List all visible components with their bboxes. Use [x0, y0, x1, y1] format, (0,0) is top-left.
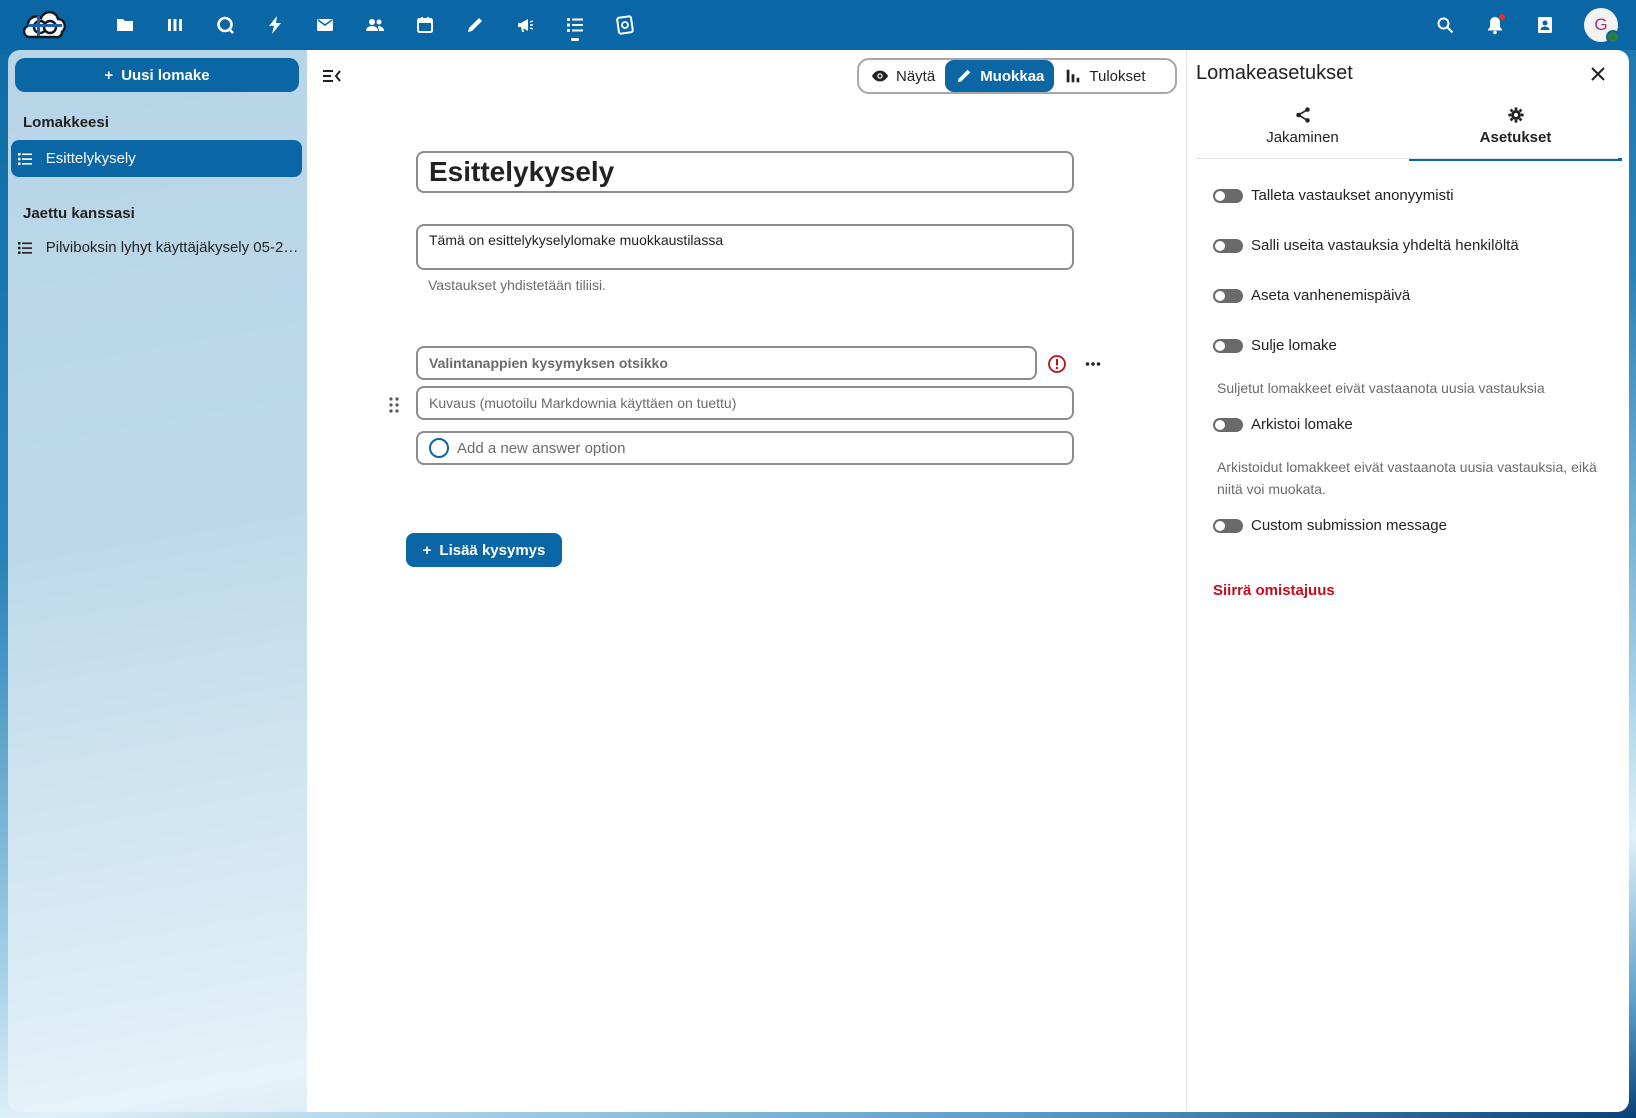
- setting-anonymous[interactable]: Talleta vastaukset anonyymisti: [1213, 187, 1454, 204]
- new-form-label: Uusi lomake: [121, 66, 210, 84]
- pencil-icon: [957, 69, 971, 83]
- setting-label: Sulje lomake: [1251, 337, 1337, 354]
- add-answer-option-input[interactable]: Add a new answer option: [416, 431, 1074, 465]
- notes-icon[interactable]: [450, 0, 500, 50]
- bar-chart-icon: [1067, 69, 1080, 83]
- tab-settings[interactable]: Asetukset: [1409, 106, 1622, 161]
- search-icon[interactable]: [1420, 0, 1470, 50]
- setting-archive-form[interactable]: Arkistoi lomake: [1213, 416, 1353, 433]
- close-icon[interactable]: [1589, 65, 1607, 83]
- toggle-switch[interactable]: [1213, 338, 1243, 353]
- view-mode-label: Näytä: [896, 67, 936, 85]
- deck-icon[interactable]: [150, 0, 200, 50]
- toggle-switch[interactable]: [1213, 238, 1243, 253]
- top-bar: G: [0, 0, 1636, 50]
- tab-sharing-label: Jakaminen: [1266, 129, 1339, 146]
- new-form-button[interactable]: + Uusi lomake: [15, 58, 299, 92]
- warning-icon: [1047, 354, 1067, 374]
- form-settings-panel: Lomakeasetukset Jakaminen Asetukset Tall…: [1186, 50, 1629, 1112]
- form-list-icon: [17, 240, 35, 256]
- panel-title: Lomakeasetukset: [1196, 62, 1353, 84]
- toggle-switch[interactable]: [1213, 518, 1243, 533]
- calendar-icon[interactable]: [400, 0, 450, 50]
- setting-label: Salli useita vastauksia yhdeltä henkilöl…: [1251, 237, 1519, 254]
- share-icon: [1295, 107, 1310, 123]
- setting-close-form[interactable]: Sulje lomake: [1213, 337, 1337, 354]
- transfer-ownership-link[interactable]: Siirrä omistajuus: [1213, 582, 1335, 599]
- photos-icon[interactable]: [600, 0, 650, 50]
- forms-sidebar: + Uusi lomake Lomakkeesi Esittelykysely …: [8, 50, 307, 1112]
- notification-dot: [1499, 14, 1505, 20]
- plus-icon: +: [422, 541, 432, 559]
- avatar[interactable]: G: [1584, 8, 1620, 44]
- files-icon[interactable]: [100, 0, 150, 50]
- setting-label: Custom submission message: [1251, 517, 1447, 534]
- archived-forms-hint: Arkistoidut lomakkeet eivät vastaanota u…: [1217, 459, 1597, 497]
- setting-label: Talleta vastaukset anonyymisti: [1251, 187, 1454, 204]
- notifications-bell-icon[interactable]: [1470, 0, 1520, 50]
- contacts-icon[interactable]: [350, 0, 400, 50]
- toggle-navigation-icon[interactable]: [321, 66, 343, 86]
- eye-icon: [871, 70, 889, 82]
- toggle-switch[interactable]: [1213, 288, 1243, 303]
- add-question-button[interactable]: + Lisää kysymys: [406, 533, 562, 567]
- question-more-actions-icon[interactable]: [1083, 354, 1103, 374]
- tab-settings-label: Asetukset: [1479, 129, 1552, 146]
- form-title-input[interactable]: Esittelykysely: [416, 151, 1074, 193]
- forms-icon[interactable]: [550, 0, 600, 50]
- question-title-input[interactable]: Valintanappien kysymyksen otsikko: [416, 346, 1037, 380]
- edit-mode-label: Muokkaa: [980, 67, 1045, 85]
- form-list-icon: [17, 151, 35, 167]
- results-mode-label: Tulokset: [1089, 67, 1146, 85]
- results-mode-button[interactable]: Tulokset: [1054, 60, 1155, 92]
- tab-sharing[interactable]: Jakaminen: [1196, 106, 1409, 158]
- question-description-input[interactable]: Kuvaus (muotoilu Markdownia käyttäen on …: [416, 386, 1074, 420]
- form-editor: Näytä Muokkaa Tulokset Esittelykysely Tä…: [307, 50, 1186, 1112]
- setting-multiple-submissions[interactable]: Salli useita vastauksia yhdeltä henkilöl…: [1213, 237, 1519, 254]
- answer-option-placeholder: Add a new answer option: [457, 439, 626, 457]
- responses-hint: Vastaukset yhdistetään tiliisi.: [428, 277, 606, 293]
- activity-icon[interactable]: [250, 0, 300, 50]
- tab-divider: [1196, 158, 1618, 159]
- edit-mode-button[interactable]: Muokkaa: [945, 60, 1055, 92]
- mail-icon[interactable]: [300, 0, 350, 50]
- mode-switch: Näytä Muokkaa Tulokset: [857, 58, 1177, 94]
- plus-icon: +: [104, 66, 114, 84]
- toggle-switch[interactable]: [1213, 417, 1243, 432]
- setting-label: Aseta vanhenemispäivä: [1251, 287, 1411, 304]
- add-question-label: Lisää kysymys: [439, 541, 546, 559]
- announcements-icon[interactable]: [500, 0, 550, 50]
- gear-icon: [1507, 107, 1524, 123]
- sidebar-item-label: Pilviboksin lyhyt käyttäjäkysely 05-2024: [45, 239, 302, 256]
- talk-icon[interactable]: [200, 0, 250, 50]
- my-forms-caption: Lomakkeesi: [23, 114, 109, 131]
- drag-handle-icon[interactable]: [387, 396, 401, 414]
- setting-label: Arkistoi lomake: [1251, 416, 1353, 433]
- sidebar-item-esittelykysely[interactable]: Esittelykysely: [11, 140, 302, 177]
- contacts-menu-icon[interactable]: [1520, 0, 1570, 50]
- cloud-logo-icon[interactable]: [20, 7, 68, 43]
- sidebar-item-shared-survey[interactable]: Pilviboksin lyhyt käyttäjäkysely 05-2024: [11, 229, 302, 266]
- radio-circle-icon: [429, 438, 449, 458]
- setting-custom-submission-message[interactable]: Custom submission message: [1213, 517, 1447, 534]
- sidebar-item-label: Esittelykysely: [45, 150, 136, 167]
- setting-expiration-date[interactable]: Aseta vanhenemispäivä: [1213, 287, 1410, 304]
- online-status-dot: [1606, 30, 1620, 44]
- view-mode-button[interactable]: Näytä: [861, 60, 945, 92]
- toggle-switch[interactable]: [1213, 188, 1243, 203]
- closed-forms-hint: Suljetut lomakkeet eivät vastaanota uusi…: [1217, 380, 1545, 396]
- avatar-initial: G: [1594, 15, 1608, 34]
- form-description-input[interactable]: Tämä on esittelykyselylomake muokkaustil…: [416, 224, 1074, 270]
- shared-forms-caption: Jaettu kanssasi: [23, 205, 135, 222]
